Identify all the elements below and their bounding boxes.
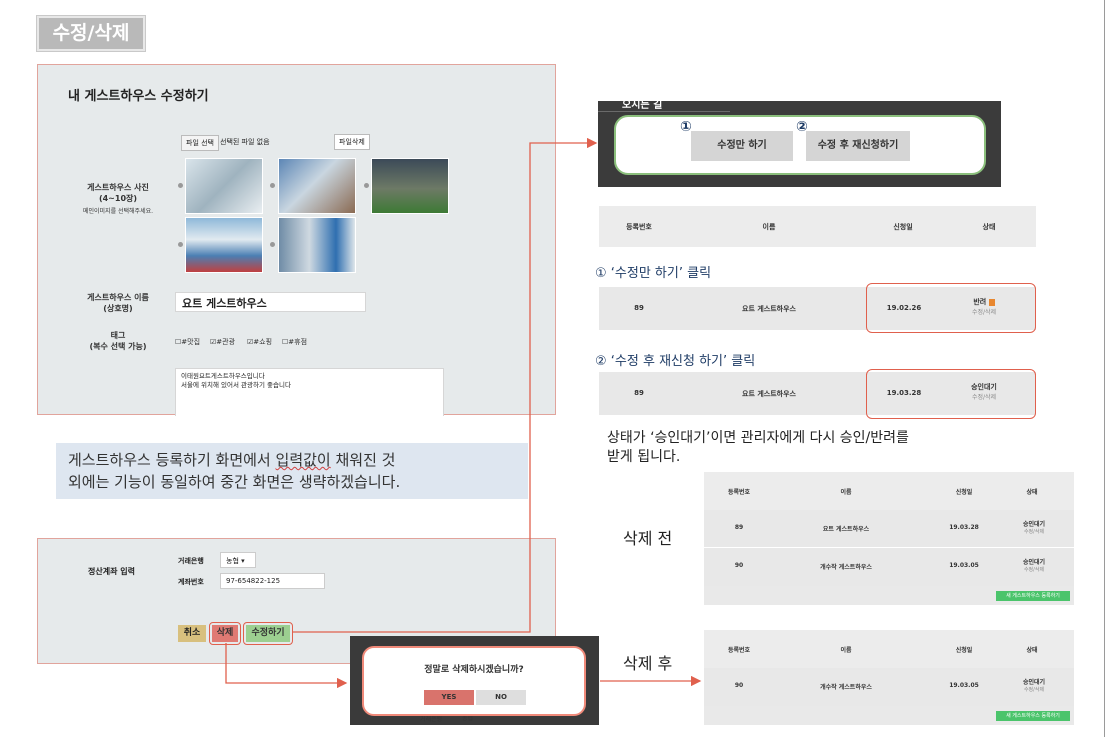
arrow-edit-to-options (292, 137, 598, 633)
arrow-delete-to-dialog (225, 643, 348, 689)
connector-arrows (225, 137, 702, 689)
